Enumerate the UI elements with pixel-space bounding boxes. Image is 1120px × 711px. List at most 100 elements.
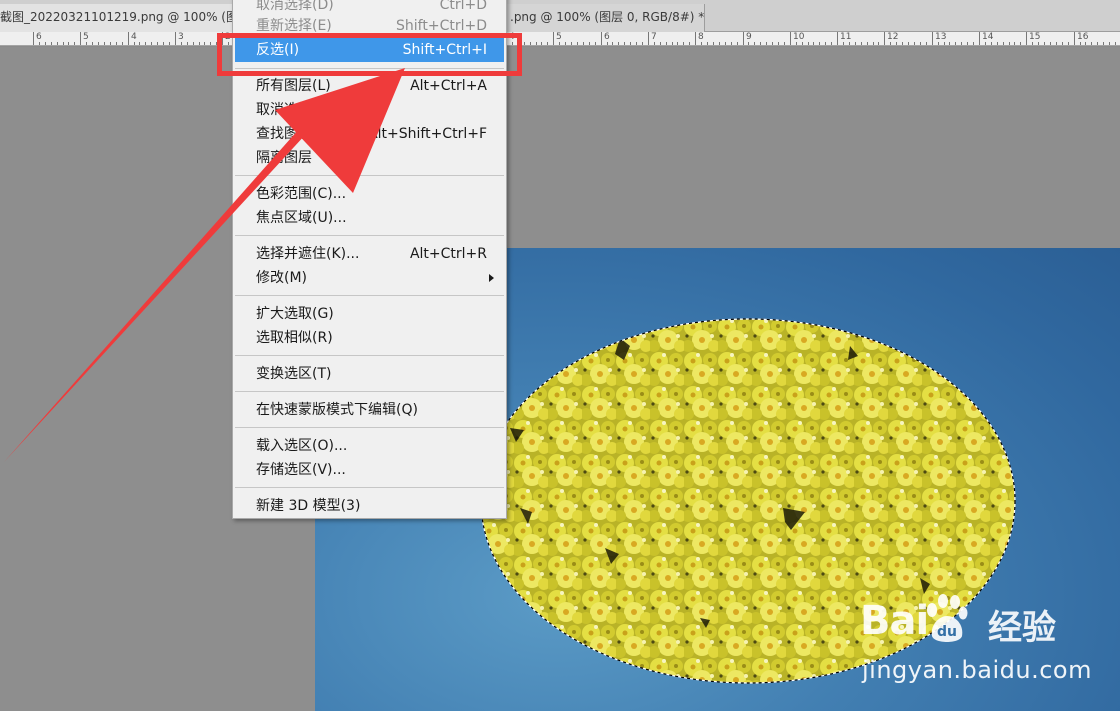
ruler-minor-tick <box>145 42 146 45</box>
ruler-minor-tick <box>193 42 194 45</box>
menu-item-similar[interactable]: 选取相似(R) <box>235 326 504 350</box>
ruler-minor-tick <box>873 42 874 45</box>
menu-item-transform-selection[interactable]: 变换选区(T) <box>235 362 504 386</box>
ruler-minor-tick <box>187 42 188 45</box>
menu-item-shortcut: Alt+Ctrl+R <box>409 246 487 262</box>
ruler-minor-tick <box>938 42 939 45</box>
ruler-minor-tick <box>595 42 596 45</box>
ruler-label: 4 <box>131 32 137 42</box>
ruler-minor-tick <box>831 42 832 45</box>
menu-item-label: 取消选择(D) <box>256 0 334 13</box>
menu-separator <box>235 235 504 236</box>
ruler-minor-tick <box>116 42 117 45</box>
baidu-paw-icon: du <box>927 594 968 642</box>
ruler-minor-tick <box>796 42 797 45</box>
ruler-minor-tick <box>967 42 968 45</box>
horizontal-ruler[interactable]: 654321012345678910111213141516 <box>0 32 1120 46</box>
ruler-minor-tick <box>57 42 58 45</box>
ruler-minor-tick <box>689 42 690 45</box>
menu-separator <box>235 487 504 488</box>
ruler-major-tick <box>33 32 34 45</box>
ruler-minor-tick <box>949 42 950 45</box>
ruler-minor-tick <box>914 42 915 45</box>
menu-item-grow[interactable]: 扩大选取(G) <box>235 302 504 326</box>
ruler-minor-tick <box>920 42 921 45</box>
menu-item-focus-area[interactable]: 焦点区域(U)... <box>235 206 504 230</box>
ruler-minor-tick <box>559 42 560 45</box>
ruler-major-tick <box>553 32 554 45</box>
menu-item-new-3d-model[interactable]: 新建 3D 模型(3) <box>235 494 504 518</box>
menu-item-label: 隔离图层 <box>256 150 312 166</box>
ruler-minor-tick <box>68 42 69 45</box>
menu-item-label: 新建 3D 模型(3) <box>256 498 361 514</box>
ruler-minor-tick <box>737 42 738 45</box>
watermark-brand: Bai <box>860 598 929 644</box>
ruler-minor-tick <box>139 42 140 45</box>
ruler-minor-tick <box>524 42 525 45</box>
menu-item-select-and-mask[interactable]: 选择并遮住(K)... Alt+Ctrl+R <box>235 242 504 266</box>
ruler-major-tick <box>884 32 885 45</box>
menu-item-label: 修改(M) <box>256 270 308 286</box>
ruler-minor-tick <box>157 42 158 45</box>
ruler-minor-tick <box>808 42 809 45</box>
ruler-minor-tick <box>955 42 956 45</box>
ruler-label: 12 <box>887 32 899 42</box>
ruler-minor-tick <box>530 42 531 45</box>
ruler-minor-tick <box>997 42 998 45</box>
ruler-major-tick <box>175 32 176 45</box>
watermark-product: 经验 <box>988 608 1056 648</box>
ruler-major-tick <box>601 32 602 45</box>
baidu-jingyan-watermark: Bai du 经验 jingyan.baidu.com <box>860 594 1110 686</box>
ruler-minor-tick <box>731 42 732 45</box>
ruler-label: 8 <box>698 32 704 42</box>
document-tab-1[interactable]: 截图_20220321101219.png @ 100% (图层 0 <box>0 4 236 32</box>
menu-item-quick-mask[interactable]: 在快速蒙版模式下编辑(Q) <box>235 398 504 422</box>
ruler-minor-tick <box>110 42 111 45</box>
ruler-label: 6 <box>36 32 42 42</box>
ruler-minor-tick <box>536 42 537 45</box>
menu-item-color-range[interactable]: 色彩范围(C)... <box>235 182 504 206</box>
ruler-minor-tick <box>1056 42 1057 45</box>
menu-item-label: 取消选择图层(S) <box>256 102 360 118</box>
document-tab-2-title: .png @ 100% (图层 0, RGB/8#) * <box>510 10 705 24</box>
menu-item-load-selection[interactable]: 载入选区(O)... <box>235 434 504 458</box>
ruler-minor-tick <box>134 42 135 45</box>
watermark-url: jingyan.baidu.com <box>862 656 1092 684</box>
ruler-major-tick <box>1074 32 1075 45</box>
menu-separator <box>235 295 504 296</box>
ruler-minor-tick <box>725 42 726 45</box>
ruler-major-tick <box>128 32 129 45</box>
ruler-minor-tick <box>642 42 643 45</box>
ruler-minor-tick <box>122 42 123 45</box>
ruler-minor-tick <box>98 42 99 45</box>
menu-item-modify[interactable]: 修改(M) <box>235 266 504 290</box>
ruler-minor-tick <box>1115 42 1116 45</box>
ruler-label: 15 <box>1029 32 1041 42</box>
menu-item-deselect-layers[interactable]: 取消选择图层(S) <box>235 98 504 122</box>
ruler-label: 10 <box>793 32 805 42</box>
menu-item-label: 变换选区(T) <box>256 366 332 382</box>
ruler-minor-tick <box>1085 42 1086 45</box>
menu-item-isolate-layers[interactable]: 隔离图层 <box>235 146 504 170</box>
ruler-minor-tick <box>1068 42 1069 45</box>
submenu-arrow-icon <box>489 274 494 282</box>
menu-item-label: 在快速蒙版模式下编辑(Q) <box>256 402 418 418</box>
menu-item-find-layers[interactable]: 查找图层 Alt+Shift+Ctrl+F <box>235 122 504 146</box>
ruler-minor-tick <box>666 42 667 45</box>
document-tab-2[interactable]: .png @ 100% (图层 0, RGB/8#) * ✖ <box>505 4 705 32</box>
menu-separator <box>235 391 504 392</box>
ruler-minor-tick <box>104 42 105 45</box>
menu-item-shortcut: Shift+Ctrl+D <box>396 18 487 34</box>
ruler-minor-tick <box>541 42 542 45</box>
ruler-minor-tick <box>1062 42 1063 45</box>
ruler-minor-tick <box>754 42 755 45</box>
menu-item-all-layers[interactable]: 所有图层(L) Alt+Ctrl+A <box>235 74 504 98</box>
ruler-minor-tick <box>813 42 814 45</box>
ruler-minor-tick <box>843 42 844 45</box>
menu-item-label: 所有图层(L) <box>256 78 331 94</box>
ruler-minor-tick <box>778 42 779 45</box>
ruler-minor-tick <box>169 42 170 45</box>
ruler-minor-tick <box>802 42 803 45</box>
menu-item-save-selection[interactable]: 存储选区(V)... <box>235 458 504 482</box>
ruler-minor-tick <box>1109 42 1110 45</box>
